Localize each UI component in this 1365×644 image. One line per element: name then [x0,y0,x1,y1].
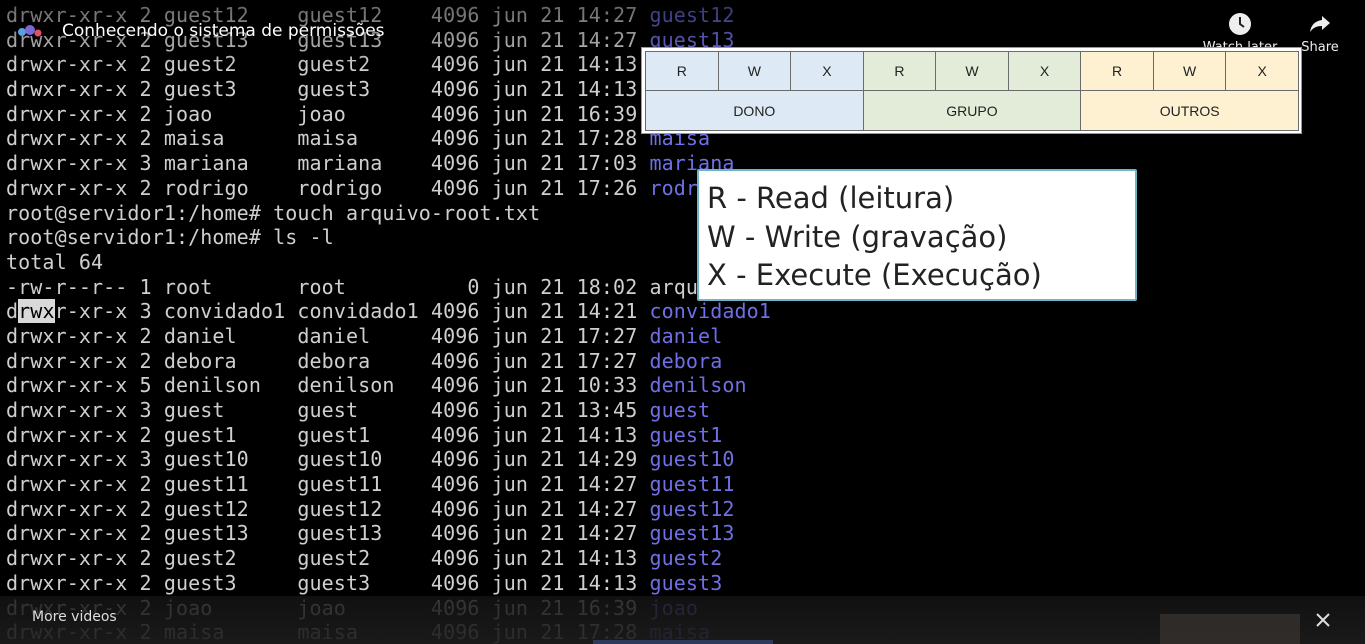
video-thumbnail-strip[interactable] [1160,614,1300,644]
perm-letter: W [935,51,1009,91]
perm-letter: X [1225,51,1299,91]
perm-group-grupo: GRUPO [862,90,1082,131]
perm-letter: W [1152,51,1227,91]
perm-letter: R [645,51,719,91]
entry-name: daniel [649,323,723,348]
perm-letter: X [790,51,864,91]
terminal-line: drwxr-xr-x 2 guest12 guest12 4096 jun 21… [6,497,1365,522]
perm-letter: X [1007,51,1082,91]
more-videos-bar: More videos [0,596,1365,644]
entry-name: guest1 [649,422,723,447]
line-text: drwxr-xr-x 2 maisa maisa 4096 jun 21 17:… [6,126,650,151]
terminal-line: drwxr-xr-x 2 debora debora 4096 jun 21 1… [6,349,1365,374]
terminal-line: drwxr-xr-x 2 guest2 guest2 4096 jun 21 1… [6,546,1365,571]
line-text: drwxr-xr-x 2 guest11 guest11 4096 jun 21… [6,472,650,497]
line-text: drwxr-xr-x 2 guest2 guest2 4096 jun 21 1… [6,546,650,571]
channel-logo-icon[interactable] [16,20,46,44]
permissions-table: R W X R W X R W X DONO GRUPO OUTROS [641,47,1302,134]
entry-name: debora [649,348,723,373]
line-text: drwxr-xr-x 2 joao joao 4096 jun 21 16:39 [6,101,650,126]
perm-letter: R [862,51,937,91]
permission-legend: R - Read (leitura) W - Write (gravação) … [697,169,1137,301]
perm-letter: R [1080,51,1154,91]
share-arrow-icon [1310,16,1330,32]
line-text: drwxr-xr-x 2 daniel daniel 4096 jun 21 1… [6,323,650,348]
line-text: drwxr-xr-x 2 rodrigo rodrigo 4096 jun 21… [6,175,650,200]
close-icon[interactable] [1309,606,1337,634]
clock-icon [1229,13,1251,35]
perm-letter: W [717,51,792,91]
legend-write: W - Write (gravação) [707,219,1008,254]
share-label: Share [1301,40,1339,55]
entry-name: guest11 [649,472,735,497]
line-text: drwxr-xr-x 3 guest guest 4096 jun 21 13:… [6,398,650,422]
entry-name: convidado1 [649,299,771,324]
terminal-line: -rw-r--r-- 1 root root 0 jun 21 18:02 ar… [6,275,1365,300]
terminal-line: drwxr-xr-x 3 guest10 guest10 4096 jun 21… [6,447,1365,472]
line-text: -rw-r--r-- 1 root root 0 jun 21 18:02 [6,274,650,299]
terminal-line: drwxr-xr-x 3 mariana mariana 4096 jun 21… [6,151,1365,176]
video-progress-bar[interactable] [593,640,773,644]
terminal-line: drwxr-xr-x 3 convidado1 convidado1 4096 … [6,299,1365,324]
line-text: r-xr-x 3 convidado1 convidado1 4096 jun … [54,299,650,324]
line-text: drwxr-xr-x 2 guest13 guest13 4096 jun 21… [6,521,650,546]
entry-name: guest3 [649,570,723,595]
entry-name: guest [649,398,711,422]
terminal-line: drwxr-xr-x 2 daniel daniel 4096 jun 21 1… [6,324,1365,349]
entry-name: guest10 [649,447,735,472]
highlighted-permission: rwx [18,299,55,324]
terminal-line: root@servidor1:/home# touch arquivo-root… [6,201,1365,226]
terminal-line: root@servidor1:/home# ls -l [6,225,1365,250]
terminal-line: total 64 [6,250,1365,275]
video-title[interactable]: Conhecendo o sistema de permissões [62,21,385,41]
line-text: drwxr-xr-x 3 guest10 guest10 4096 jun 21… [6,447,650,472]
line-text: root@servidor1:/home# ls -l [6,225,334,250]
line-text: root@servidor1:/home# touch arquivo-root… [6,200,541,225]
line-prefix: d [6,299,19,324]
perm-group-outros: OUTROS [1080,90,1299,131]
line-text: drwxr-xr-x 2 guest12 guest12 4096 jun 21… [6,496,650,521]
terminal-line: drwxr-xr-x 5 denilson denilson 4096 jun … [6,373,1365,398]
more-videos-label[interactable]: More videos [32,609,117,625]
entry-name: guest13 [649,521,735,546]
terminal-line: drwxr-xr-x 3 guest guest 4096 jun 21 13:… [6,398,1365,423]
terminal-line: drwxr-xr-x 2 guest13 guest13 4096 jun 21… [6,521,1365,546]
terminal-line: drwxr-xr-x 2 guest3 guest3 4096 jun 21 1… [6,571,1365,596]
entry-name: guest2 [649,546,723,571]
line-text: drwxr-xr-x 2 guest1 guest1 4096 jun 21 1… [6,422,650,447]
entry-name: guest12 [649,496,735,521]
legend-read: R - Read (leitura) [707,181,955,215]
entry-name: denilson [649,373,747,398]
line-text: drwxr-xr-x 3 mariana mariana 4096 jun 21… [6,151,650,176]
line-text: drwxr-xr-x 2 guest3 guest3 4096 jun 21 1… [6,570,650,595]
perm-group-dono: DONO [645,90,864,131]
terminal-line: drwxr-xr-x 2 guest1 guest1 4096 jun 21 1… [6,423,1365,448]
line-text: drwxr-xr-x 5 denilson denilson 4096 jun … [6,373,650,398]
terminal-line: drwxr-xr-x 2 guest11 guest11 4096 jun 21… [6,472,1365,497]
line-text: total 64 [6,249,104,274]
line-text: drwxr-xr-x 2 debora debora 4096 jun 21 1… [6,348,650,373]
line-text: drwxr-xr-x 2 guest3 guest3 4096 jun 21 1… [6,77,650,102]
legend-execute: X - Execute (Execução) [707,258,1042,292]
terminal-line: drwxr-xr-x 2 rodrigo rodrigo 4096 jun 21… [6,176,1365,201]
